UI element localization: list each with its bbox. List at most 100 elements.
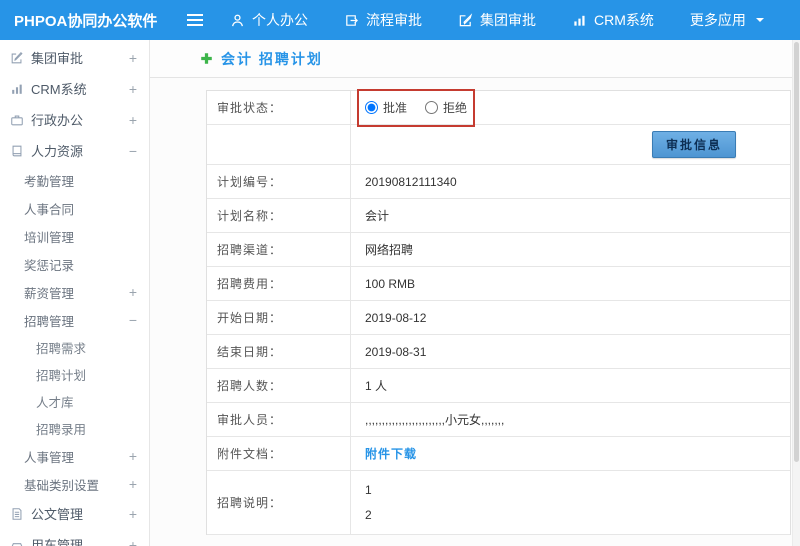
sidebar-item-label: 人事合同 <box>24 202 75 217</box>
expand-icon[interactable]: + <box>129 449 137 463</box>
field-label: 计划编号： <box>207 165 351 198</box>
field-value: 1 人 <box>365 379 388 393</box>
field-value: 网络招聘 <box>365 243 414 257</box>
sidebar-item-hr-contract[interactable]: 人事合同 <box>0 194 149 222</box>
book-icon <box>10 144 24 158</box>
nav-item-label: 更多应用 <box>689 12 746 28</box>
sidebar-item-recruit-hire[interactable]: 招聘录用 <box>0 415 149 442</box>
bar-chart-icon <box>572 13 587 28</box>
plus-icon <box>200 52 213 65</box>
bar-chart-icon <box>10 82 24 96</box>
topbar: PHPOA协同办公软件 个人办公 流程审批 集团审批 CRM系统 更多应用 <box>0 0 800 40</box>
nav-personal-office[interactable]: 个人办公 <box>230 10 308 30</box>
sidebar-item-vehicle[interactable]: 用车管理 + <box>0 529 149 546</box>
sidebar-item-recruit-plan[interactable]: 招聘计划 <box>0 361 149 388</box>
nav-process-approval[interactable]: 流程审批 <box>344 10 422 30</box>
radio-approve-input[interactable] <box>365 101 378 114</box>
hamburger-menu-icon[interactable] <box>186 13 204 27</box>
table-row-end-date: 结束日期： 2019-08-31 <box>207 335 790 369</box>
expand-icon[interactable]: + <box>129 507 137 521</box>
sidebar-item-crm[interactable]: CRM系统 + <box>0 73 149 104</box>
expand-icon[interactable]: + <box>129 477 137 491</box>
sidebar-item-label: 人事管理 <box>24 450 75 465</box>
radio-approve[interactable]: 批准 <box>365 99 407 116</box>
field-value: 批准 拒绝 <box>351 89 790 127</box>
table-row-approvers: 审批人员： ,,,,,,,,,,,,,,,,,,,,,,,,小元女,,,,,,, <box>207 403 790 437</box>
sidebar-item-label: 培训管理 <box>24 230 75 245</box>
sidebar-item-label: 招聘录用 <box>36 423 87 437</box>
expand-icon[interactable]: + <box>129 285 137 299</box>
expand-icon[interactable]: + <box>129 82 137 96</box>
sidebar-item-label: 用车管理 <box>31 538 84 546</box>
approval-info-button[interactable]: 审批信息 <box>651 131 736 158</box>
table-row-actions: 审批信息 <box>207 125 790 165</box>
field-label: 招聘费用： <box>207 267 351 300</box>
sidebar-item-attendance[interactable]: 考勤管理 <box>0 166 149 194</box>
radio-reject-input[interactable] <box>425 101 439 114</box>
document-icon <box>10 507 24 521</box>
sidebar-item-recruit-demand[interactable]: 招聘需求 <box>0 334 149 361</box>
car-icon <box>10 538 24 546</box>
sidebar-item-label: 薪资管理 <box>24 286 75 301</box>
field-label <box>207 125 351 164</box>
sidebar-item-label: 集团审批 <box>31 51 84 66</box>
table-row-cost: 招聘费用： 100 RMB <box>207 267 790 301</box>
radio-reject-label: 拒绝 <box>443 101 468 115</box>
collapse-icon[interactable]: − <box>129 313 137 327</box>
detail-panel: 审批状态： 批准 拒绝 审批信息 计划编号： 20190812111340 计划… <box>150 78 800 535</box>
description-line: 2 <box>365 507 372 522</box>
field-value: 2019-08-12 <box>365 310 427 325</box>
chevron-down-icon <box>755 12 765 28</box>
sidebar-item-hr[interactable]: 人力资源 − <box>0 135 149 166</box>
sidebar-item-rewards[interactable]: 奖惩记录 <box>0 250 149 278</box>
field-label: 招聘人数： <box>207 369 351 402</box>
field-label: 招聘渠道： <box>207 233 351 266</box>
nav-item-label: 集团审批 <box>480 12 536 28</box>
top-navigation: 个人办公 流程审批 集团审批 CRM系统 更多应用 <box>230 10 765 30</box>
detail-table: 审批状态： 批准 拒绝 审批信息 计划编号： 20190812111340 计划… <box>206 89 791 535</box>
field-value: 附件下载 <box>351 437 790 470</box>
sidebar-item-label: CRM系统 <box>31 82 87 97</box>
briefcase-icon <box>10 113 24 127</box>
app-title: PHPOA协同办公软件 <box>14 12 158 30</box>
radio-reject[interactable]: 拒绝 <box>425 99 467 116</box>
sidebar-item-documents[interactable]: 公文管理 + <box>0 498 149 529</box>
radio-approve-label: 批准 <box>383 101 408 115</box>
approval-radio-group: 批准 拒绝 <box>357 89 475 127</box>
sidebar-item-recruitment[interactable]: 招聘管理 − <box>0 306 149 334</box>
page-title: 会计 招聘计划 <box>221 50 323 67</box>
sidebar-item-personnel[interactable]: 人事管理 + <box>0 442 149 470</box>
collapse-icon[interactable]: − <box>129 144 137 158</box>
sidebar-item-salary[interactable]: 薪资管理 + <box>0 278 149 306</box>
workflow-icon <box>344 13 359 28</box>
scrollbar[interactable] <box>792 40 800 546</box>
sidebar-item-talent-pool[interactable]: 人才库 <box>0 388 149 415</box>
attachment-download-link[interactable]: 附件下载 <box>365 445 417 462</box>
sidebar-item-admin-office[interactable]: 行政办公 + <box>0 104 149 135</box>
table-row-channel: 招聘渠道： 网络招聘 <box>207 233 790 267</box>
edit-icon <box>10 51 24 65</box>
main-content: 会计 招聘计划 审批状态： 批准 拒绝 审批信息 计划编号： 201908121… <box>150 40 800 546</box>
scrollbar-thumb[interactable] <box>794 42 799 462</box>
field-value: 100 RMB <box>365 276 416 291</box>
sidebar-item-label: 行政办公 <box>31 113 84 128</box>
sidebar: 集团审批 + CRM系统 + 行政办公 + 人力资源 − 考勤管理 人事合同 培… <box>0 40 150 546</box>
sidebar-item-training[interactable]: 培训管理 <box>0 222 149 250</box>
sidebar-item-group-approval[interactable]: 集团审批 + <box>0 42 149 73</box>
nav-item-label: CRM系统 <box>594 12 654 28</box>
description-line: 1 <box>365 482 372 497</box>
expand-icon[interactable]: + <box>129 51 137 65</box>
expand-icon[interactable]: + <box>129 538 137 546</box>
sidebar-item-base-category[interactable]: 基础类别设置 + <box>0 470 149 498</box>
field-label: 审批人员： <box>207 403 351 436</box>
field-label: 计划名称： <box>207 199 351 232</box>
nav-more-apps[interactable]: 更多应用 <box>690 10 765 30</box>
edit-icon <box>458 12 473 28</box>
field-label: 审批状态： <box>207 91 351 124</box>
nav-group-approval[interactable]: 集团审批 <box>458 10 536 30</box>
nav-crm-system[interactable]: CRM系统 <box>572 10 654 30</box>
sidebar-item-label: 人才库 <box>36 396 74 410</box>
sidebar-item-label: 基础类别设置 <box>24 478 100 493</box>
field-label: 招聘说明： <box>207 471 351 534</box>
expand-icon[interactable]: + <box>129 113 137 127</box>
